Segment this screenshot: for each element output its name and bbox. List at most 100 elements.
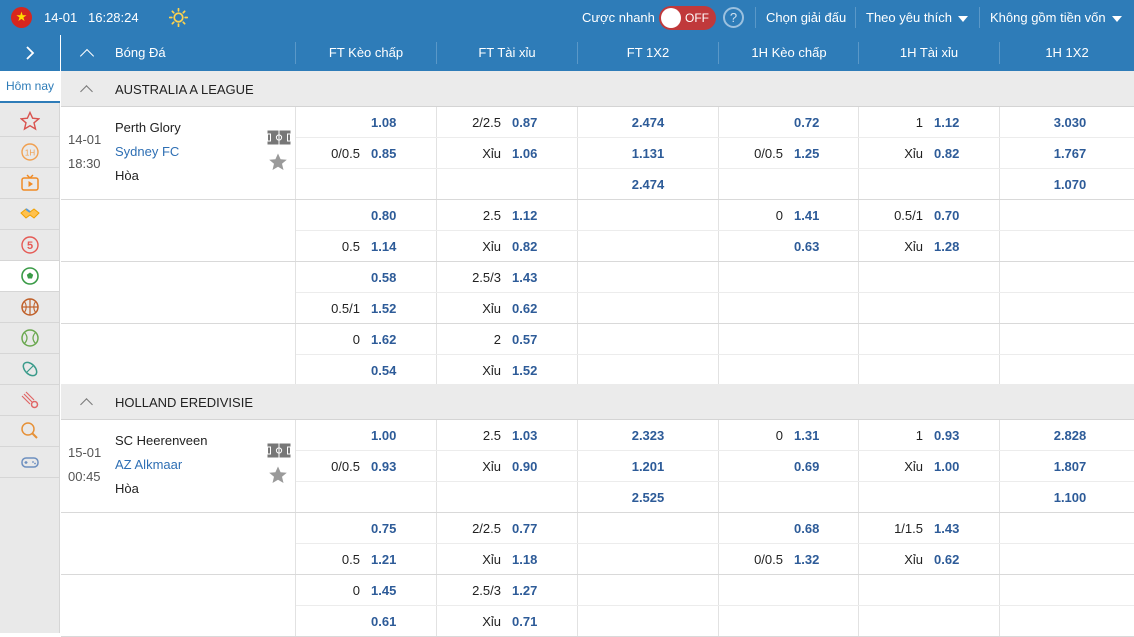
odds-cell[interactable]: Xỉu 0.82 xyxy=(859,138,999,169)
odds-cell[interactable]: 0.5/1 0.70 xyxy=(859,200,999,231)
sidebar-item-first-half[interactable]: 1H xyxy=(0,137,59,168)
odds-cell[interactable]: 0.69 xyxy=(719,451,859,482)
odds-cell[interactable]: 2.323 xyxy=(578,420,718,451)
odds-value[interactable]: 1.08 xyxy=(371,115,396,130)
odds-cell[interactable]: 1.807 xyxy=(1000,451,1134,482)
favorite-star-icon[interactable] xyxy=(268,152,288,172)
odds-value[interactable]: 0.70 xyxy=(934,208,959,223)
vietnam-flag-icon[interactable]: ★ xyxy=(11,7,32,28)
odds-value[interactable]: 1.767 xyxy=(1000,146,1134,161)
odds-cell[interactable]: 2 0.57 xyxy=(437,324,577,355)
odds-value[interactable]: 0.57 xyxy=(512,332,537,347)
odds-value[interactable]: 1.070 xyxy=(1000,177,1134,192)
odds-cell[interactable]: Xỉu 1.52 xyxy=(437,355,577,386)
choose-league-button[interactable]: Chọn giải đấu xyxy=(766,10,846,25)
odds-value[interactable]: 0.63 xyxy=(794,239,819,254)
home-team[interactable]: Perth Glory xyxy=(115,120,181,135)
sidebar-item-soccer[interactable] xyxy=(0,261,59,292)
away-team[interactable]: AZ Alkmaar xyxy=(115,457,182,472)
odds-value[interactable]: 0.68 xyxy=(794,521,819,536)
sidebar-item-rugby[interactable] xyxy=(0,354,59,385)
odds-value[interactable]: 1.12 xyxy=(512,208,537,223)
odds-value[interactable]: 1.21 xyxy=(371,552,396,567)
sidebar-item-tennis[interactable] xyxy=(0,323,59,354)
odds-value[interactable]: 3.030 xyxy=(1000,115,1134,130)
odds-cell[interactable]: 0 1.45 xyxy=(296,575,436,606)
odds-cell[interactable]: 0.68 xyxy=(719,513,859,544)
odds-value[interactable]: 2.323 xyxy=(578,428,718,443)
sidebar-item-deals[interactable] xyxy=(0,199,59,230)
odds-cell[interactable]: 2.474 xyxy=(578,107,718,138)
sun-icon[interactable] xyxy=(169,8,188,27)
odds-cell[interactable]: Xỉu 0.62 xyxy=(859,544,999,575)
odds-value[interactable]: 0.90 xyxy=(512,459,537,474)
odds-value[interactable]: 1.100 xyxy=(1000,490,1134,505)
odds-cell[interactable]: 0 1.31 xyxy=(719,420,859,451)
odds-cell[interactable]: 2/2.5 0.87 xyxy=(437,107,577,138)
odds-cell[interactable]: 2.5 1.12 xyxy=(437,200,577,231)
odds-cell[interactable]: 1.08 xyxy=(296,107,436,138)
help-icon[interactable]: ? xyxy=(723,7,744,28)
odds-cell[interactable]: 0.5 1.21 xyxy=(296,544,436,575)
odds-value[interactable]: 0.62 xyxy=(512,301,537,316)
odds-value[interactable]: 0.75 xyxy=(371,521,396,536)
odds-value[interactable]: 1.25 xyxy=(794,146,819,161)
odds-value[interactable]: 0.93 xyxy=(934,428,959,443)
tab-today[interactable]: Hôm nay xyxy=(0,71,60,103)
odds-value[interactable]: 1.03 xyxy=(512,428,537,443)
odds-value[interactable]: 0.87 xyxy=(512,115,537,130)
odds-value[interactable]: 1.12 xyxy=(934,115,959,130)
favorite-star-icon[interactable] xyxy=(268,465,288,485)
odds-cell[interactable]: Xỉu 0.71 xyxy=(437,606,577,637)
odds-cell[interactable]: 0 1.62 xyxy=(296,324,436,355)
odds-cell[interactable]: 1 0.93 xyxy=(859,420,999,451)
odds-cell[interactable]: 1.00 xyxy=(296,420,436,451)
field-stats-icon[interactable] xyxy=(267,130,291,145)
odds-cell[interactable]: 0.61 xyxy=(296,606,436,637)
odds-value[interactable]: 2.525 xyxy=(578,490,718,505)
odds-value[interactable]: 1.31 xyxy=(794,428,819,443)
odds-cell[interactable]: 0.54 xyxy=(296,355,436,386)
odds-value[interactable]: 0.69 xyxy=(794,459,819,474)
odds-value[interactable]: 1.43 xyxy=(934,521,959,536)
odds-cell[interactable]: 0.80 xyxy=(296,200,436,231)
odds-value[interactable]: 0.62 xyxy=(934,552,959,567)
odds-cell[interactable]: 0.5/1 1.52 xyxy=(296,293,436,324)
odds-cell[interactable]: 1.131 xyxy=(578,138,718,169)
odds-value[interactable]: 0.82 xyxy=(512,239,537,254)
odds-value[interactable]: 1.00 xyxy=(371,428,396,443)
odds-value[interactable]: 1.06 xyxy=(512,146,537,161)
field-stats-icon[interactable] xyxy=(267,443,291,458)
odds-cell[interactable]: 0/0.5 1.32 xyxy=(719,544,859,575)
odds-value[interactable]: 0.77 xyxy=(512,521,537,536)
odds-cell[interactable]: 3.030 xyxy=(1000,107,1134,138)
odds-value[interactable]: 1.43 xyxy=(512,270,537,285)
odds-value[interactable]: 1.32 xyxy=(794,552,819,567)
odds-cell[interactable]: Xỉu 1.00 xyxy=(859,451,999,482)
odds-cell[interactable]: 0/0.5 1.25 xyxy=(719,138,859,169)
sidebar-item-favorites[interactable] xyxy=(0,106,59,137)
odds-value[interactable]: 0.80 xyxy=(371,208,396,223)
odds-value[interactable]: 2.828 xyxy=(1000,428,1134,443)
odds-cell[interactable]: 0.72 xyxy=(719,107,859,138)
odds-cell[interactable]: 0.58 xyxy=(296,262,436,293)
odds-cell[interactable]: Xỉu 1.18 xyxy=(437,544,577,575)
odds-cell[interactable]: 0.75 xyxy=(296,513,436,544)
odds-cell[interactable]: 2.5 1.03 xyxy=(437,420,577,451)
odds-cell[interactable]: Xỉu 0.82 xyxy=(437,231,577,262)
odds-cell[interactable]: 2.525 xyxy=(578,482,718,513)
odds-value[interactable]: 0.71 xyxy=(512,614,537,629)
odds-cell[interactable]: Xỉu 0.90 xyxy=(437,451,577,482)
odds-cell[interactable]: 2.5/3 1.43 xyxy=(437,262,577,293)
odds-cell[interactable]: 1.767 xyxy=(1000,138,1134,169)
odds-cell[interactable]: 0.5 1.14 xyxy=(296,231,436,262)
collapse-all-icon[interactable] xyxy=(79,48,95,64)
odds-value[interactable]: 1.807 xyxy=(1000,459,1134,474)
odds-value[interactable]: 0.85 xyxy=(371,146,396,161)
capital-dropdown[interactable]: Không gồm tiền vốn xyxy=(990,10,1122,25)
odds-value[interactable]: 0.54 xyxy=(371,363,396,378)
odds-value[interactable]: 2.474 xyxy=(578,177,718,192)
odds-value[interactable]: 1.52 xyxy=(371,301,396,316)
odds-cell[interactable]: 0/0.5 0.85 xyxy=(296,138,436,169)
home-team[interactable]: SC Heerenveen xyxy=(115,433,208,448)
